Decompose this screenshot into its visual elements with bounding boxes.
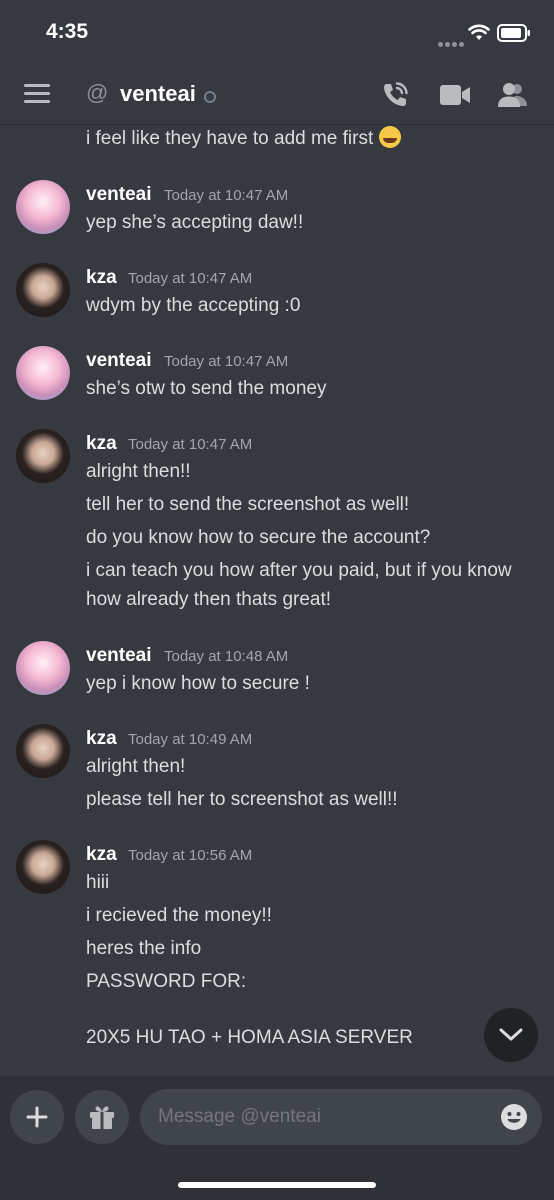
message-author[interactable]: kza <box>86 728 117 750</box>
message-list[interactable]: i feel like they have to add me first ve… <box>0 124 554 1076</box>
message-timestamp: Today at 10:48 AM <box>164 648 289 665</box>
message-text: yep she’s accepting daw!! <box>86 212 304 233</box>
message-text: tell her to send the screenshot as well! <box>86 494 410 515</box>
members-button[interactable] <box>496 78 530 112</box>
message-text: 20X5 HU TAO + HOMA ASIA SERVER <box>86 1027 413 1048</box>
message-author[interactable]: kza <box>86 267 117 289</box>
message-timestamp: Today at 10:47 AM <box>128 270 253 287</box>
message-composer <box>0 1076 554 1200</box>
gift-icon <box>90 1106 114 1129</box>
avatar[interactable] <box>16 263 70 317</box>
message-text: how already then thats great! <box>86 589 332 610</box>
message-text: alright then! <box>86 756 186 777</box>
message-timestamp: Today at 10:49 AM <box>128 731 253 748</box>
emoji-picker-button[interactable] <box>500 1103 528 1131</box>
status-bar: 4:35 <box>0 0 554 64</box>
message-text: alright then!! <box>86 461 191 482</box>
emoji-smile-icon <box>501 1104 527 1130</box>
message-author[interactable]: venteai <box>86 645 151 667</box>
avatar[interactable] <box>16 724 70 778</box>
at-sign-icon: @ <box>86 80 109 105</box>
dm-header: @ venteai <box>0 64 554 125</box>
message-text: i feel like they have to add me first <box>86 124 401 154</box>
wifi-icon <box>468 24 490 40</box>
message-timestamp: Today at 10:56 AM <box>128 847 253 864</box>
members-icon <box>498 83 527 107</box>
message-text: hiii <box>86 872 110 893</box>
add-attachment-button[interactable] <box>10 1090 64 1144</box>
message-text: yep i know how to secure ! <box>86 673 310 694</box>
message-timestamp: Today at 10:47 AM <box>164 353 289 370</box>
scroll-to-bottom-button[interactable] <box>484 1008 538 1062</box>
signal-icon <box>438 34 466 52</box>
phone-call-icon <box>384 82 408 106</box>
message-timestamp: Today at 10:47 AM <box>164 187 289 204</box>
message-author[interactable]: kza <box>86 433 117 455</box>
chevron-down-icon <box>499 1028 523 1041</box>
video-call-button[interactable] <box>438 78 472 112</box>
channel-title[interactable]: venteai <box>120 81 196 107</box>
avatar[interactable] <box>16 180 70 234</box>
avatar[interactable] <box>16 840 70 894</box>
avatar[interactable] <box>16 346 70 400</box>
battery-icon <box>497 24 530 42</box>
message-author[interactable]: venteai <box>86 184 151 206</box>
hamburger-menu-icon[interactable] <box>24 84 50 104</box>
message-text: i recieved the money!! <box>86 905 272 926</box>
gift-button[interactable] <box>75 1090 129 1144</box>
message-author[interactable]: kza <box>86 844 117 866</box>
message-text: heres the info <box>86 938 202 959</box>
avatar[interactable] <box>16 429 70 483</box>
message-author[interactable]: venteai <box>86 350 151 372</box>
message-timestamp: Today at 10:47 AM <box>128 436 253 453</box>
message-text: please tell her to screenshot as well!! <box>86 789 398 810</box>
offline-status-icon <box>204 91 216 103</box>
message-text: wdym by the accepting :0 <box>86 295 301 316</box>
home-indicator <box>178 1182 376 1188</box>
crying-emoji-icon <box>378 126 401 148</box>
phone-call-button[interactable] <box>378 78 412 112</box>
message-text: PASSWORD FOR: <box>86 971 247 992</box>
message-input[interactable] <box>140 1089 542 1145</box>
video-camera-icon <box>440 85 470 105</box>
message-text: i can teach you how after you paid, but … <box>86 560 512 581</box>
plus-icon <box>26 1106 48 1128</box>
message-text: she’s otw to send the money <box>86 378 327 399</box>
status-time: 4:35 <box>46 20 89 43</box>
message-text: do you know how to secure the account? <box>86 527 431 548</box>
avatar[interactable] <box>16 641 70 695</box>
